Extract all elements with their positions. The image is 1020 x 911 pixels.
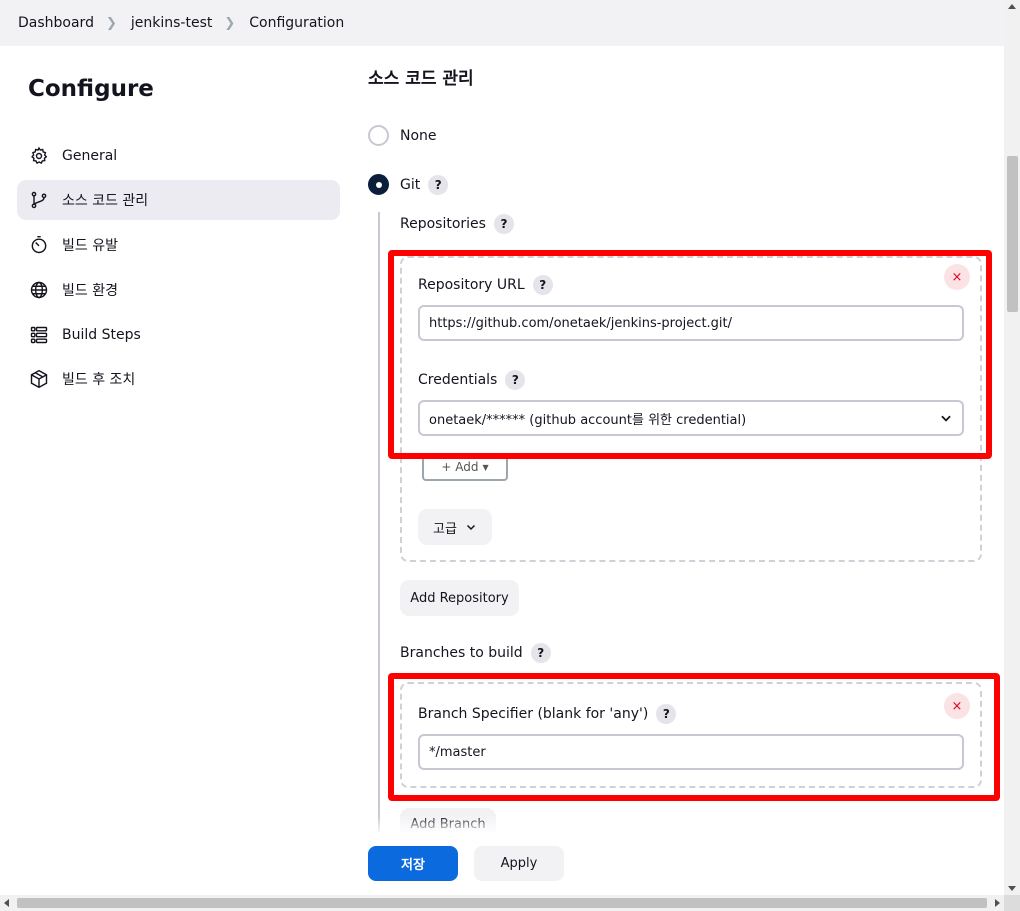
sidebar-item-label: Build Steps [62,327,141,343]
highlight-box-repository [388,250,992,459]
help-icon[interactable]: ? [493,214,514,234]
chevron-down-icon [466,524,475,531]
add-credentials-label: + Add [441,460,479,474]
scm-option-none[interactable]: None [368,125,437,146]
scroll-right-icon[interactable] [995,899,1000,907]
breadcrumb-configuration[interactable]: Configuration [249,15,344,31]
sidebar-item-label: 빌드 후 조치 [62,372,136,388]
vertical-scroll-thumb[interactable] [1007,156,1018,312]
breadcrumb: Dashboard ❯ jenkins-test ❯ Configuration [0,0,1004,46]
sidebar-item-label: 소스 코드 관리 [62,193,149,209]
sidebar-item-label: 빌드 환경 [62,283,118,299]
list-icon [30,326,48,344]
highlight-box-branch [388,673,1000,801]
sidebar-title: Configure [28,76,154,102]
radio-none[interactable] [368,125,389,146]
advanced-label: 고급 [433,521,457,537]
sidebar-item-general[interactable]: General [17,136,340,176]
page-title: 소스 코드 관리 [368,69,474,89]
package-icon [30,369,48,389]
repositories-label: Repositories ? [400,214,514,234]
gear-icon [31,146,48,165]
scm-option-git[interactable]: Git ? [368,174,449,195]
sidebar-item-build-steps[interactable]: Build Steps [17,315,340,355]
sidebar-item-post-build[interactable]: 빌드 후 조치 [17,359,340,399]
git-branch-icon [31,191,47,209]
chevron-right-icon: ❯ [224,15,236,31]
sidebar-item-triggers[interactable]: 빌드 유발 [17,225,340,265]
repositories-label-text: Repositories [400,216,486,232]
vertical-scrollbar[interactable] [1004,0,1020,895]
scroll-down-icon[interactable] [1008,886,1016,891]
breadcrumb-dashboard[interactable]: Dashboard [18,15,94,31]
save-button[interactable]: 저장 [368,846,458,881]
help-icon[interactable]: ? [530,643,551,663]
branches-label: Branches to build ? [400,643,551,663]
sidebar-item-scm[interactable]: 소스 코드 관리 [17,180,340,220]
help-icon[interactable]: ? [428,174,449,195]
caret-down-icon: ▼ [482,462,489,472]
sidebar-item-label: General [62,148,118,164]
scroll-up-icon[interactable] [1008,4,1016,9]
apply-button[interactable]: Apply [474,846,564,881]
branches-label-text: Branches to build [400,645,523,661]
chevron-right-icon: ❯ [105,15,117,31]
radio-label-git: Git [400,176,421,193]
scroll-left-icon[interactable] [4,899,9,907]
globe-icon [30,281,48,299]
radio-label-none: None [400,127,437,144]
sidebar-item-environment[interactable]: 빌드 환경 [17,270,340,310]
scrollbar-corner [1004,895,1020,911]
timer-icon [31,235,47,254]
radio-git[interactable] [368,174,389,195]
section-indent-line [378,212,380,832]
horizontal-scroll-thumb[interactable] [17,898,987,908]
sidebar-item-label: 빌드 유발 [62,238,118,254]
add-repository-button[interactable]: Add Repository [400,580,519,616]
breadcrumb-job[interactable]: jenkins-test [131,15,212,31]
horizontal-scrollbar[interactable] [0,895,1004,911]
advanced-button[interactable]: 고급 [418,509,492,545]
